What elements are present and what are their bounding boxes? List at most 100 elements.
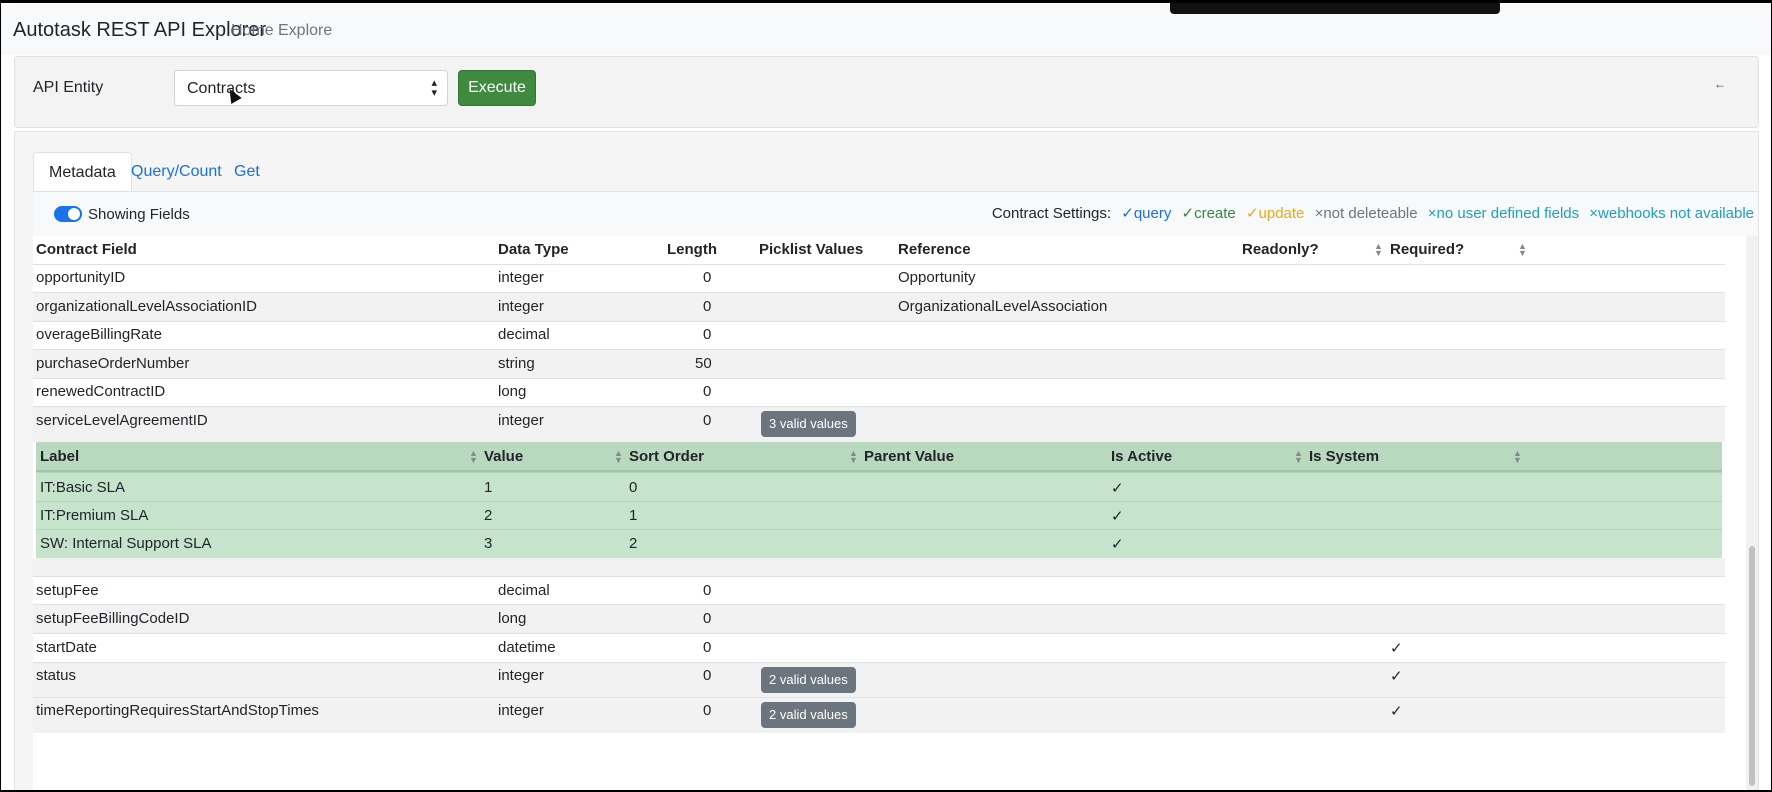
col-header-length[interactable]: Length bbox=[667, 241, 717, 258]
field-length: 50 bbox=[695, 355, 712, 372]
picklist-header: Label ▲ ▼ Value ▲ ▼ Sort Order ▲ ▼ Parent V… bbox=[36, 442, 1722, 472]
field-length: 0 bbox=[703, 582, 712, 599]
field-name: overageBillingRate bbox=[36, 326, 162, 343]
setting-create: ✓create bbox=[1181, 205, 1236, 222]
pick-col-label[interactable]: Label bbox=[40, 448, 79, 465]
check-icon: ✓ bbox=[1111, 536, 1124, 553]
pick-col-sort-order[interactable]: Sort Order bbox=[629, 448, 704, 465]
check-icon: ✓ bbox=[1390, 703, 1403, 720]
setting-query: ✓query bbox=[1121, 205, 1172, 222]
field-type: integer bbox=[498, 702, 544, 719]
pick-col-value[interactable]: Value bbox=[484, 448, 523, 465]
arrow-left-icon[interactable]: ← bbox=[1714, 77, 1726, 91]
field-name: purchaseOrderNumber bbox=[36, 355, 190, 372]
table-row: setupFee decimal 0 bbox=[33, 576, 1725, 604]
pick-label: IT:Basic SLA bbox=[40, 479, 126, 496]
tab-get[interactable]: Get bbox=[234, 152, 260, 192]
setting-delete: ×not deleteable bbox=[1314, 205, 1418, 222]
sort-icon[interactable]: ▲ ▼ bbox=[849, 449, 858, 465]
app-title[interactable]: Autotask REST API Explorer bbox=[13, 19, 266, 42]
setting-webhooks: ×webhooks not available bbox=[1589, 205, 1754, 222]
tab-metadata[interactable]: Metadata bbox=[33, 152, 132, 192]
api-entity-panel: API Entity Contracts ▴ ▾ Execute ← bbox=[14, 56, 1759, 128]
toggle-knob bbox=[68, 208, 80, 220]
picklist-row: IT:Basic SLA 1 0 ✓ bbox=[36, 472, 1722, 501]
field-type: decimal bbox=[498, 582, 550, 599]
scrollbar-track[interactable] bbox=[1746, 236, 1758, 790]
field-type: integer bbox=[498, 298, 544, 315]
picklist-row: SW: Internal Support SLA 3 2 ✓ bbox=[36, 529, 1722, 558]
setting-update: ✓update bbox=[1245, 205, 1305, 222]
picklist-row: IT:Premium SLA 2 1 ✓ bbox=[36, 501, 1722, 529]
pick-label: IT:Premium SLA bbox=[40, 507, 149, 524]
pick-col-active[interactable]: Is Active bbox=[1111, 448, 1172, 465]
settings-title: Contract Settings: bbox=[991, 205, 1112, 222]
pick-value: 2 bbox=[484, 507, 493, 524]
field-reference: OrganizationalLevelAssociation bbox=[898, 298, 1108, 315]
field-length: 0 bbox=[703, 610, 712, 627]
fields-table: Contract Field Data Type Length Picklist… bbox=[33, 236, 1758, 790]
field-type: integer bbox=[498, 412, 544, 429]
col-header-field[interactable]: Contract Field bbox=[36, 241, 137, 258]
field-type: integer bbox=[498, 667, 544, 684]
field-name: timeReportingRequiresStartAndStopTimes bbox=[36, 702, 319, 719]
field-length: 0 bbox=[703, 702, 712, 719]
check-icon: ✓ bbox=[1111, 508, 1124, 525]
tab-query-count[interactable]: Query/Count bbox=[131, 152, 222, 192]
field-type: string bbox=[498, 355, 535, 372]
picklist-badge[interactable]: 2 valid values bbox=[761, 702, 856, 728]
nav-home-link[interactable]: Home bbox=[231, 22, 274, 40]
table-row: startDate datetime 0 ✓ bbox=[33, 633, 1725, 662]
pick-sort: 2 bbox=[629, 535, 638, 552]
sort-icon[interactable]: ▲ ▼ bbox=[1513, 449, 1522, 465]
sort-icon[interactable]: ▲ ▼ bbox=[1294, 449, 1303, 465]
field-name: serviceLevelAgreementID bbox=[36, 412, 208, 429]
table-row: organizationalLevelAssociationID integer… bbox=[33, 292, 1725, 321]
pick-sort: 0 bbox=[629, 479, 638, 496]
pick-value: 1 bbox=[484, 479, 493, 496]
field-length: 0 bbox=[703, 269, 712, 286]
table-row: renewedContractID long 0 bbox=[33, 378, 1725, 406]
field-name: startDate bbox=[36, 639, 97, 656]
field-length: 0 bbox=[703, 383, 712, 400]
table-row: status integer 0 2 valid values ✓ bbox=[33, 662, 1725, 697]
sort-icon[interactable]: ▲ ▼ bbox=[614, 449, 623, 465]
field-type: decimal bbox=[498, 326, 550, 343]
top-navbar: Autotask REST API Explorer Home Explore bbox=[1, 3, 1771, 55]
pick-col-system[interactable]: Is System bbox=[1309, 448, 1379, 465]
contract-settings: Contract Settings: ✓query ✓create ✓updat… bbox=[986, 204, 1754, 222]
api-entity-label: API Entity bbox=[33, 79, 104, 96]
field-name: organizationalLevelAssociationID bbox=[36, 298, 257, 315]
field-name: setupFee bbox=[36, 582, 99, 599]
scrollbar-thumb[interactable] bbox=[1749, 546, 1755, 786]
table-row: setupFeeBillingCodeID long 0 bbox=[33, 604, 1725, 633]
pick-label: SW: Internal Support SLA bbox=[40, 535, 212, 552]
field-length: 0 bbox=[703, 298, 712, 315]
sort-icon[interactable]: ▲ ▼ bbox=[1374, 242, 1383, 258]
check-icon: ✓ bbox=[1390, 640, 1403, 657]
table-row: overageBillingRate decimal 0 bbox=[33, 321, 1725, 349]
table-row: timeReportingRequiresStartAndStopTimes i… bbox=[33, 697, 1725, 733]
settings-bar: Showing Fields Contract Settings: ✓query… bbox=[33, 192, 1758, 236]
execute-button[interactable]: Execute bbox=[458, 70, 536, 106]
table-row: serviceLevelAgreementID integer 0 3 vali… bbox=[33, 406, 1725, 442]
col-header-readonly[interactable]: Readonly? bbox=[1242, 241, 1319, 258]
col-header-required[interactable]: Required? bbox=[1390, 241, 1464, 258]
col-header-type[interactable]: Data Type bbox=[498, 241, 569, 258]
col-header-picklist[interactable]: Picklist Values bbox=[759, 241, 863, 258]
col-header-reference[interactable]: Reference bbox=[898, 241, 971, 258]
check-icon: ✓ bbox=[1390, 668, 1403, 685]
field-type: datetime bbox=[498, 639, 556, 656]
sort-icon[interactable]: ▲ ▼ bbox=[469, 449, 478, 465]
picklist-badge[interactable]: 3 valid values bbox=[761, 411, 856, 437]
picklist-badge[interactable]: 2 valid values bbox=[761, 667, 856, 693]
pick-col-parent[interactable]: Parent Value bbox=[864, 448, 954, 465]
nav-explore-link[interactable]: Explore bbox=[278, 22, 332, 40]
field-length: 0 bbox=[703, 412, 712, 429]
screen-overlay-bar bbox=[1170, 3, 1500, 14]
sort-icon[interactable]: ▲ ▼ bbox=[1518, 242, 1527, 258]
showing-fields-toggle[interactable] bbox=[54, 206, 82, 222]
field-type: long bbox=[498, 383, 527, 400]
select-caret-icon: ▴ ▾ bbox=[431, 77, 437, 99]
api-entity-select[interactable]: Contracts ▴ ▾ bbox=[174, 70, 448, 106]
